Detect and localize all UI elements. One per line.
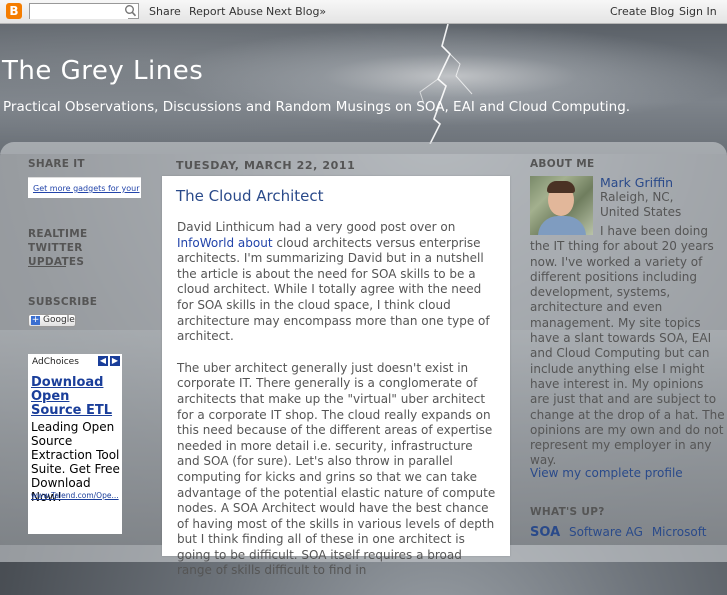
tag-link[interactable]: Microsoft xyxy=(652,525,707,539)
twitter-heading: REALTIME TWITTER UPDATES xyxy=(28,228,88,268)
blogger-logo-icon[interactable]: B xyxy=(6,3,22,19)
ad-next-icon[interactable]: ▶ xyxy=(110,356,120,366)
share-link[interactable]: Share xyxy=(149,5,181,18)
search-field[interactable] xyxy=(29,3,139,19)
blog-description: Practical Observations, Discussions and … xyxy=(3,99,631,115)
whats-up-heading: WHAT'S UP? xyxy=(530,506,605,518)
tag-cloud: SOA Software AG Microsoft xyxy=(530,525,711,540)
plus-icon: + xyxy=(31,315,40,325)
ad-choices-label[interactable]: AdChoices xyxy=(32,357,79,367)
sign-in-link[interactable]: Sign In xyxy=(679,5,717,18)
search-icon[interactable] xyxy=(124,4,137,18)
about-me-heading: ABOUT ME xyxy=(530,158,595,170)
ad-title-link[interactable]: Download Open Source ETL xyxy=(31,376,121,418)
post-title[interactable]: The Cloud Architect xyxy=(176,187,324,205)
share-heading: SHARE IT xyxy=(28,158,85,170)
profile-name-link[interactable]: Mark Griffin xyxy=(600,175,673,190)
avatar-hair xyxy=(547,181,575,193)
ad-block: AdChoices ◀ ▶ Download Open Source ETL L… xyxy=(28,354,122,534)
twitter-divider xyxy=(28,266,66,267)
post-body: David Linthicum had a very good post ove… xyxy=(177,220,497,595)
tag-link[interactable]: Software AG xyxy=(569,525,643,539)
post-text: cloud architects versus enterprise archi… xyxy=(177,235,490,344)
create-blog-link[interactable]: Create Blog xyxy=(610,5,674,18)
ad-prev-icon[interactable]: ◀ xyxy=(98,356,108,366)
google-label: Google xyxy=(43,315,75,325)
profile-location: Raleigh, NC, United States xyxy=(600,190,682,219)
next-blog-link[interactable]: Next Blog» xyxy=(266,5,326,18)
post-date: TUESDAY, MARCH 22, 2011 xyxy=(176,159,356,172)
infoworld-link[interactable]: InfoWorld about xyxy=(177,236,273,250)
header-background xyxy=(0,24,727,154)
view-profile-link[interactable]: View my complete profile xyxy=(530,466,683,480)
lightning-bolt-image xyxy=(419,24,473,144)
post-paragraph: David Linthicum had a very good post ove… xyxy=(177,220,497,345)
report-abuse-link[interactable]: Report Abuse xyxy=(189,5,263,18)
search-input[interactable] xyxy=(30,4,128,19)
blog-title[interactable]: The Grey Lines xyxy=(2,56,203,86)
subscribe-heading: SUBSCRIBE xyxy=(28,296,98,308)
get-gadgets-link[interactable]: Get more gadgets for your xyxy=(33,184,140,193)
add-to-google-button[interactable]: + Google xyxy=(28,314,76,327)
tag-link[interactable]: SOA xyxy=(530,525,560,540)
profile-description: I have been doing the IT thing for about… xyxy=(530,224,725,468)
blogger-navbar: B Share Report Abuse Next Blog» Create B… xyxy=(0,0,727,24)
post-paragraph: The uber architect generally just doesn'… xyxy=(177,360,496,578)
post-text: David Linthicum had a very good post ove… xyxy=(177,220,456,234)
ad-url-link[interactable]: www.Talend.com/Ope... xyxy=(31,491,119,500)
